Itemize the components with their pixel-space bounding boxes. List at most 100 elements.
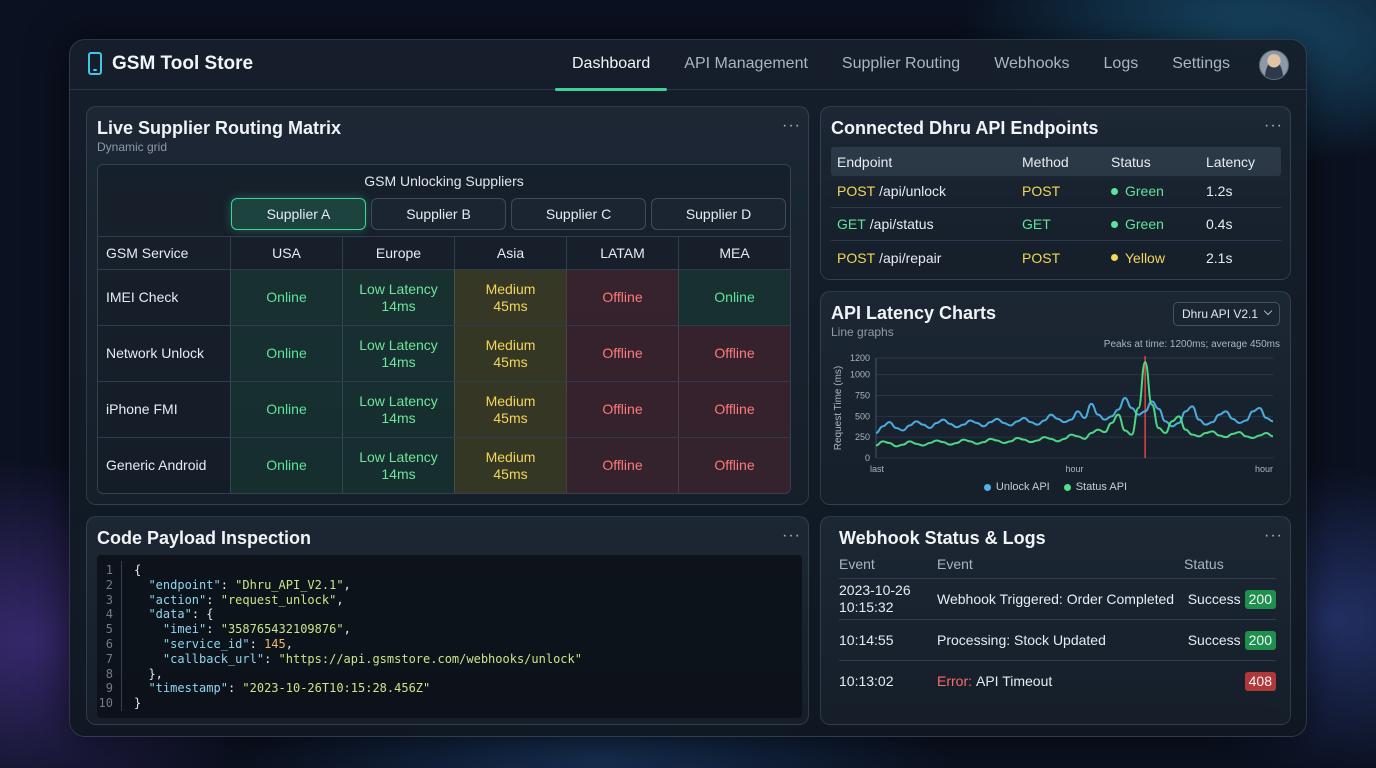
webhook-event-text: Webhook Triggered: Order Completed [937,591,1175,607]
endpoint-row[interactable]: POST/api/unlock POST Green 1.2s [831,175,1281,208]
line-number: 1 [105,563,113,577]
matrix-cell[interactable]: Online [230,438,342,493]
matrix-cell[interactable]: Offline [678,326,790,381]
supplier-tab-b[interactable]: Supplier B [371,198,506,230]
x-tick-label: hour [1065,464,1083,474]
brand[interactable]: GSM Tool Store [88,52,253,75]
matrix-cell[interactable]: Offline [566,326,678,381]
matrix-service-label: Generic Android [106,457,207,473]
matrix-cell[interactable]: Medium 45ms [454,438,566,493]
webhook-log-row[interactable]: 10:13:02 Error: API Timeout 408 [839,660,1276,701]
endpoint-path-text: /api/repair [879,249,942,266]
tab-supplier-routing[interactable]: Supplier Routing [825,40,977,90]
matrix-cell-status: Offline [714,345,755,361]
matrix-cell-status: Offline [602,345,643,361]
webhooks-col-event: Event [937,556,973,572]
tab-webhooks[interactable]: Webhooks [977,40,1086,90]
matrix-cell-status: Online [266,345,307,361]
supplier-tab-a[interactable]: Supplier A [231,198,366,230]
endpoint-status: Yellow [1111,241,1165,274]
endpoints-col-status: Status [1111,153,1151,170]
matrix-cell[interactable]: Medium 45ms [454,326,566,381]
matrix-cell[interactable]: Low Latency 14ms [342,326,454,381]
y-tick-label: 1000 [850,370,870,380]
webhooks-more-button[interactable]: ··· [1264,527,1283,545]
y-axis-label: Request Time (ms) [833,366,844,450]
user-avatar[interactable] [1259,50,1289,80]
matrix-row: IMEI Check Online Low Latency 14ms Medium 45m… [98,269,790,325]
webhook-status: Success 200 [1188,590,1276,609]
matrix-cell-latency: 14ms [381,353,416,370]
matrix-cell-status: Low Latency [359,392,438,409]
matrix-cell[interactable]: Offline [678,438,790,493]
matrix-cell[interactable]: Offline [566,270,678,325]
matrix-cell[interactable]: Offline [678,382,790,437]
matrix-row: iPhone FMI Online Low Latency 14ms Medium 45m… [98,381,790,437]
endpoints-more-button[interactable]: ··· [1264,117,1283,135]
tab-api-management[interactable]: API Management [667,40,825,90]
code-text: "timestamp": "2023-10-26T10:15:28.456Z" [148,681,431,696]
code-text: }, [134,666,163,681]
routing-subtitle: Dynamic grid [97,140,168,154]
matrix-cell[interactable]: Medium 45ms [454,382,566,437]
webhook-log-row[interactable]: 10:14:55 Processing: Stock Updated Success… [839,619,1276,660]
tab-logs[interactable]: Logs [1087,40,1156,90]
code-more-button[interactable]: ··· [782,527,801,545]
matrix-cell-status: Online [266,457,307,473]
tab-dashboard[interactable]: Dashboard [555,40,668,91]
matrix-cell[interactable]: Low Latency 14ms [342,270,454,325]
matrix-cell-latency: 45ms [493,297,528,314]
supplier-group-label: GSM Unlocking Suppliers [364,173,524,189]
matrix-cell[interactable]: Offline [566,438,678,493]
matrix-cell-status: Low Latency [359,448,438,465]
supplier-tab-d[interactable]: Supplier D [651,198,786,230]
code-text: { [134,563,142,577]
matrix-header-service: GSM Service [106,244,189,261]
webhook-time: 2023-10-26 10:15:32 [839,582,911,615]
matrix-cell[interactable]: Low Latency 14ms [342,438,454,493]
matrix-service-label: iPhone FMI [106,401,178,417]
endpoint-method-prefix: POST [837,183,876,199]
api-version-select[interactable]: Dhru API V2.1 [1173,302,1280,326]
endpoints-header: Endpoint Method Status Latency [831,147,1281,176]
matrix-cell[interactable]: Online [230,270,342,325]
y-tick-label: 0 [865,453,870,463]
code-text: "action": "request_unlock", [148,592,344,607]
status-code-badge: 200 [1244,590,1276,609]
code-text: "data": { [148,607,214,622]
matrix-cell[interactable]: Online [230,382,342,437]
matrix-cell-status: Offline [602,401,643,417]
matrix-cell-status: Offline [714,401,755,417]
matrix-cell[interactable]: Medium 45ms [454,270,566,325]
code-title: Code Payload Inspection [97,528,312,548]
code-viewer[interactable]: 1 {2 "endpoint": "Dhru_API_V2.1", 3 "actio… [97,555,802,718]
matrix-cell-latency: 14ms [381,297,416,314]
matrix-cell-status: Online [266,289,307,305]
endpoint-status: Green [1111,175,1164,207]
chart-legend: Unlock API Status API [821,481,1290,493]
webhooks-col-status: Status [1184,556,1224,572]
latency-line-chart: 0 250 500 750 1000 1200 Request Time (ms) last h… [833,353,1274,474]
webhook-log-row[interactable]: 2023-10-26 10:15:32 Webhook Triggered: Ord… [839,578,1276,619]
webhook-event: Error: API Timeout [937,673,1052,690]
matrix-cell[interactable]: Online [678,270,790,325]
matrix-row: Generic Android Online Low Latency 14ms Medi… [98,437,790,493]
routing-title: Live Supplier Routing Matrix [97,118,342,138]
endpoint-row[interactable]: POST/api/repair POST Yellow 2.1s [831,241,1281,274]
routing-more-button[interactable]: ··· [782,117,801,135]
matrix-cell[interactable]: Online [230,326,342,381]
endpoint-status-text: Yellow [1125,249,1165,266]
tab-settings[interactable]: Settings [1155,40,1247,90]
code-text: "endpoint": "Dhru_API_V2.1", [148,577,351,592]
endpoint-path: POST/api/unlock [837,175,946,207]
webhook-event-text: Processing: Stock Updated [937,632,1106,648]
status-dot-icon [1111,220,1118,228]
matrix-cell-status: Low Latency [359,336,438,353]
endpoint-row[interactable]: GET/api/status GET Green 0.4s [831,208,1281,241]
supplier-tab-c[interactable]: Supplier C [511,198,646,230]
line-number: 2 [105,577,113,592]
matrix-cell[interactable]: Low Latency 14ms [342,382,454,437]
webhook-status-text: Success [1187,591,1241,607]
matrix-cell[interactable]: Offline [566,382,678,437]
endpoint-status-text: Green [1125,183,1164,199]
